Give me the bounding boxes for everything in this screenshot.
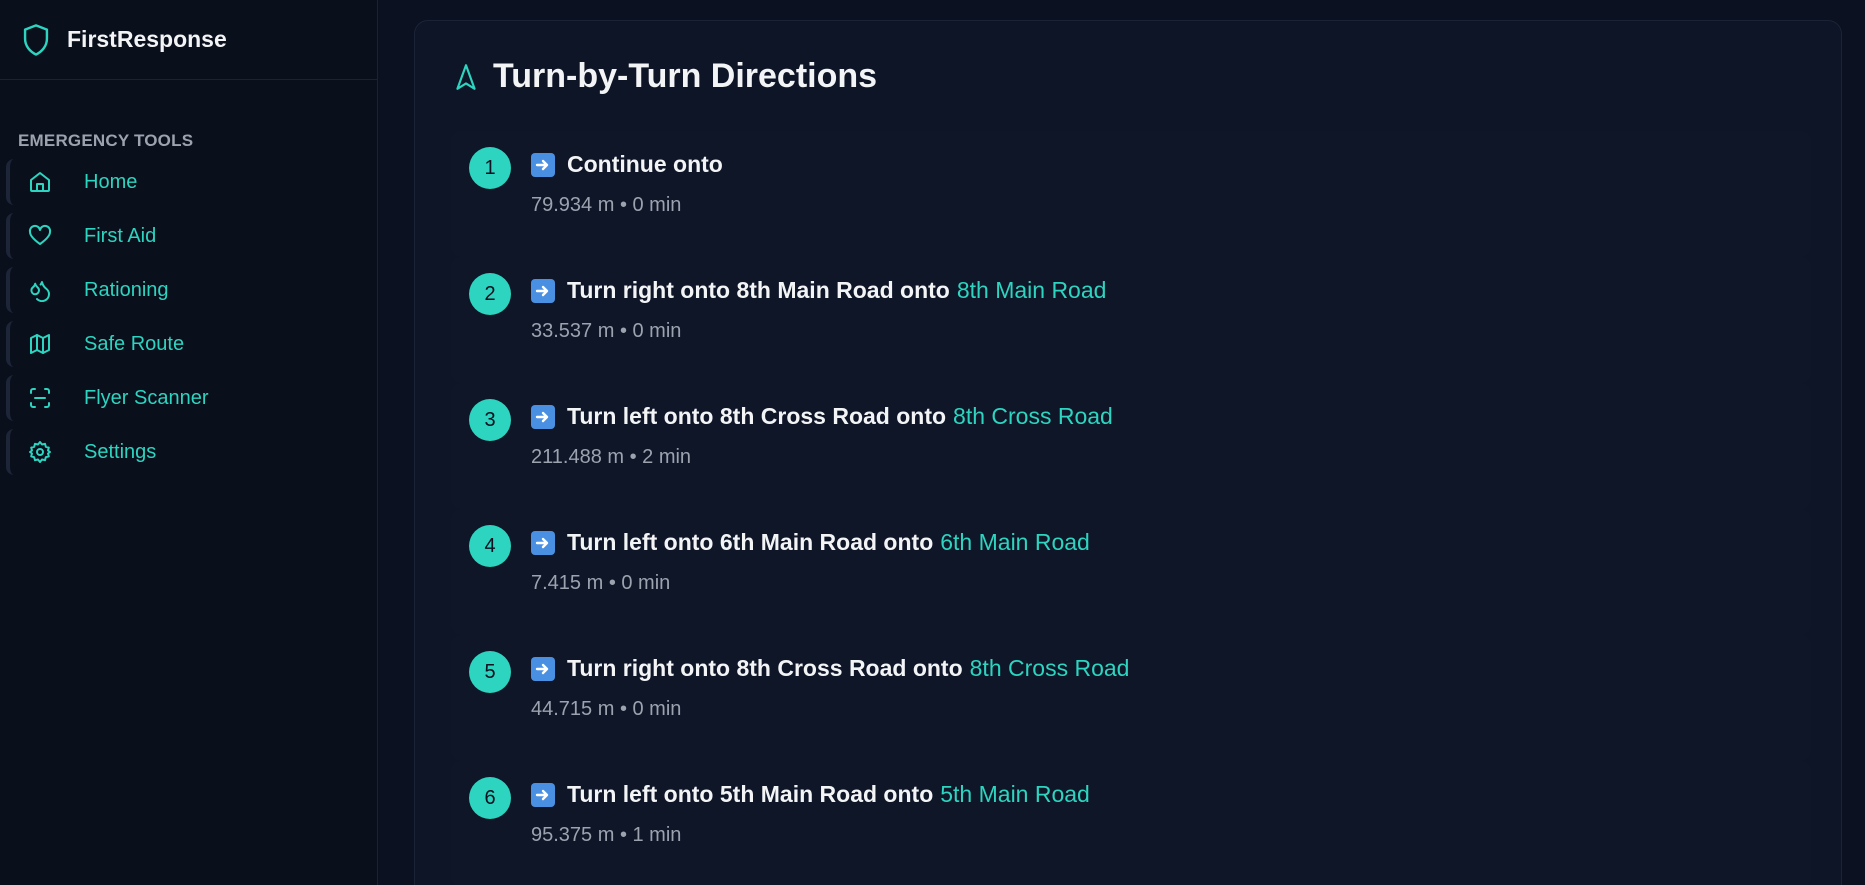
page-title: Turn-by-Turn Directions <box>493 57 878 95</box>
right-arrow-icon <box>531 656 555 681</box>
sidebar: FirstResponse EMERGENCY TOOLS Home First… <box>0 0 378 885</box>
sidebar-item-label: Rationing <box>84 278 169 301</box>
step-number-badge: 4 <box>469 525 511 567</box>
step-road-name: 8th Cross Road <box>953 403 1113 429</box>
sidebar-item-rationing[interactable]: Rationing <box>6 267 377 313</box>
step-instruction: Turn left onto 5th Main Road onto <box>567 781 934 807</box>
app-root: FirstResponse EMERGENCY TOOLS Home First… <box>0 0 1865 885</box>
right-arrow-icon <box>531 278 555 303</box>
directions-list: 1 Continue onto 79.934 m • 0 min 2 Turn … <box>451 131 1811 885</box>
step-road-name: 8th Main Road <box>956 277 1107 303</box>
right-arrow-icon <box>531 782 555 807</box>
card-header: Turn-by-Turn Directions <box>453 57 877 96</box>
sidebar-item-home[interactable]: Home <box>6 159 377 205</box>
step-road-name: 6th Main Road <box>940 529 1090 555</box>
right-arrow-icon <box>531 530 555 555</box>
section-label: EMERGENCY TOOLS <box>18 131 194 150</box>
step-instruction: Turn right onto 8th Cross Road onto <box>567 655 963 681</box>
sidebar-item-settings[interactable]: Settings <box>6 429 377 475</box>
step-road-name: 5th Main Road <box>940 781 1090 807</box>
sidebar-item-label: Home <box>84 170 138 193</box>
step-instruction-line: Turn left onto 6th Main Road onto 6th Ma… <box>531 529 1090 556</box>
main-content: Turn-by-Turn Directions 1 Continue onto … <box>378 0 1865 885</box>
direction-step[interactable]: 4 Turn left onto 6th Main Road onto 6th … <box>451 509 1811 635</box>
step-distance-time: 79.934 m • 0 min <box>531 194 682 216</box>
right-arrow-icon <box>531 152 555 177</box>
step-instruction-line: Turn left onto 8th Cross Road onto 8th C… <box>531 403 1113 430</box>
step-number-badge: 2 <box>469 273 511 315</box>
step-instruction-line: Turn left onto 5th Main Road onto 5th Ma… <box>531 781 1090 808</box>
step-distance-time: 44.715 m • 0 min <box>531 698 682 720</box>
step-number-badge: 1 <box>469 147 511 189</box>
sidebar-item-label: Flyer Scanner <box>84 386 209 409</box>
step-number-badge: 3 <box>469 399 511 441</box>
step-instruction: Turn right onto 8th Main Road onto <box>567 277 950 303</box>
direction-step[interactable]: 5 Turn right onto 8th Cross Road onto 8t… <box>451 635 1811 761</box>
gear-icon <box>28 440 52 464</box>
sidebar-item-flyer-scanner[interactable]: Flyer Scanner <box>6 375 377 421</box>
step-road-name: 8th Cross Road <box>969 655 1130 681</box>
sidebar-nav: Home First Aid Rationing Safe Route Flye… <box>0 159 377 475</box>
sidebar-item-label: First Aid <box>84 224 157 247</box>
map-icon <box>28 332 52 356</box>
step-instruction: Turn left onto 8th Cross Road onto <box>567 403 947 429</box>
step-instruction: Continue onto <box>567 151 723 177</box>
home-icon <box>28 170 52 194</box>
sidebar-item-safe-route[interactable]: Safe Route <box>6 321 377 367</box>
brand[interactable]: FirstResponse <box>0 0 377 80</box>
step-distance-time: 7.415 m • 0 min <box>531 572 671 594</box>
step-instruction-line: Turn right onto 8th Main Road onto 8th M… <box>531 277 1106 304</box>
step-instruction-line: Turn right onto 8th Cross Road onto 8th … <box>531 655 1129 682</box>
step-instruction: Turn left onto 6th Main Road onto <box>567 529 934 555</box>
sidebar-item-label: Settings <box>84 440 157 463</box>
direction-step[interactable]: 6 Turn left onto 5th Main Road onto 5th … <box>451 761 1811 885</box>
sidebar-item-first-aid[interactable]: First Aid <box>6 213 377 259</box>
right-arrow-icon <box>531 404 555 429</box>
step-instruction-line: Continue onto <box>531 151 730 178</box>
app-name: FirstResponse <box>67 26 227 52</box>
navigation-arrow-icon <box>453 62 479 92</box>
step-distance-time: 95.375 m • 1 min <box>531 824 682 846</box>
droplets-icon <box>28 278 52 303</box>
sidebar-item-label: Safe Route <box>84 332 185 355</box>
step-distance-time: 211.488 m • 2 min <box>531 446 692 468</box>
direction-step[interactable]: 1 Continue onto 79.934 m • 0 min <box>451 131 1811 257</box>
step-number-badge: 5 <box>469 651 511 693</box>
step-distance-time: 33.537 m • 0 min <box>531 320 682 342</box>
scan-icon <box>28 386 52 410</box>
direction-step[interactable]: 2 Turn right onto 8th Main Road onto 8th… <box>451 257 1811 383</box>
shield-icon <box>21 23 51 57</box>
step-number-badge: 6 <box>469 777 511 819</box>
direction-step[interactable]: 3 Turn left onto 8th Cross Road onto 8th… <box>451 383 1811 509</box>
directions-card: Turn-by-Turn Directions 1 Continue onto … <box>414 20 1842 885</box>
heart-icon <box>28 224 52 248</box>
